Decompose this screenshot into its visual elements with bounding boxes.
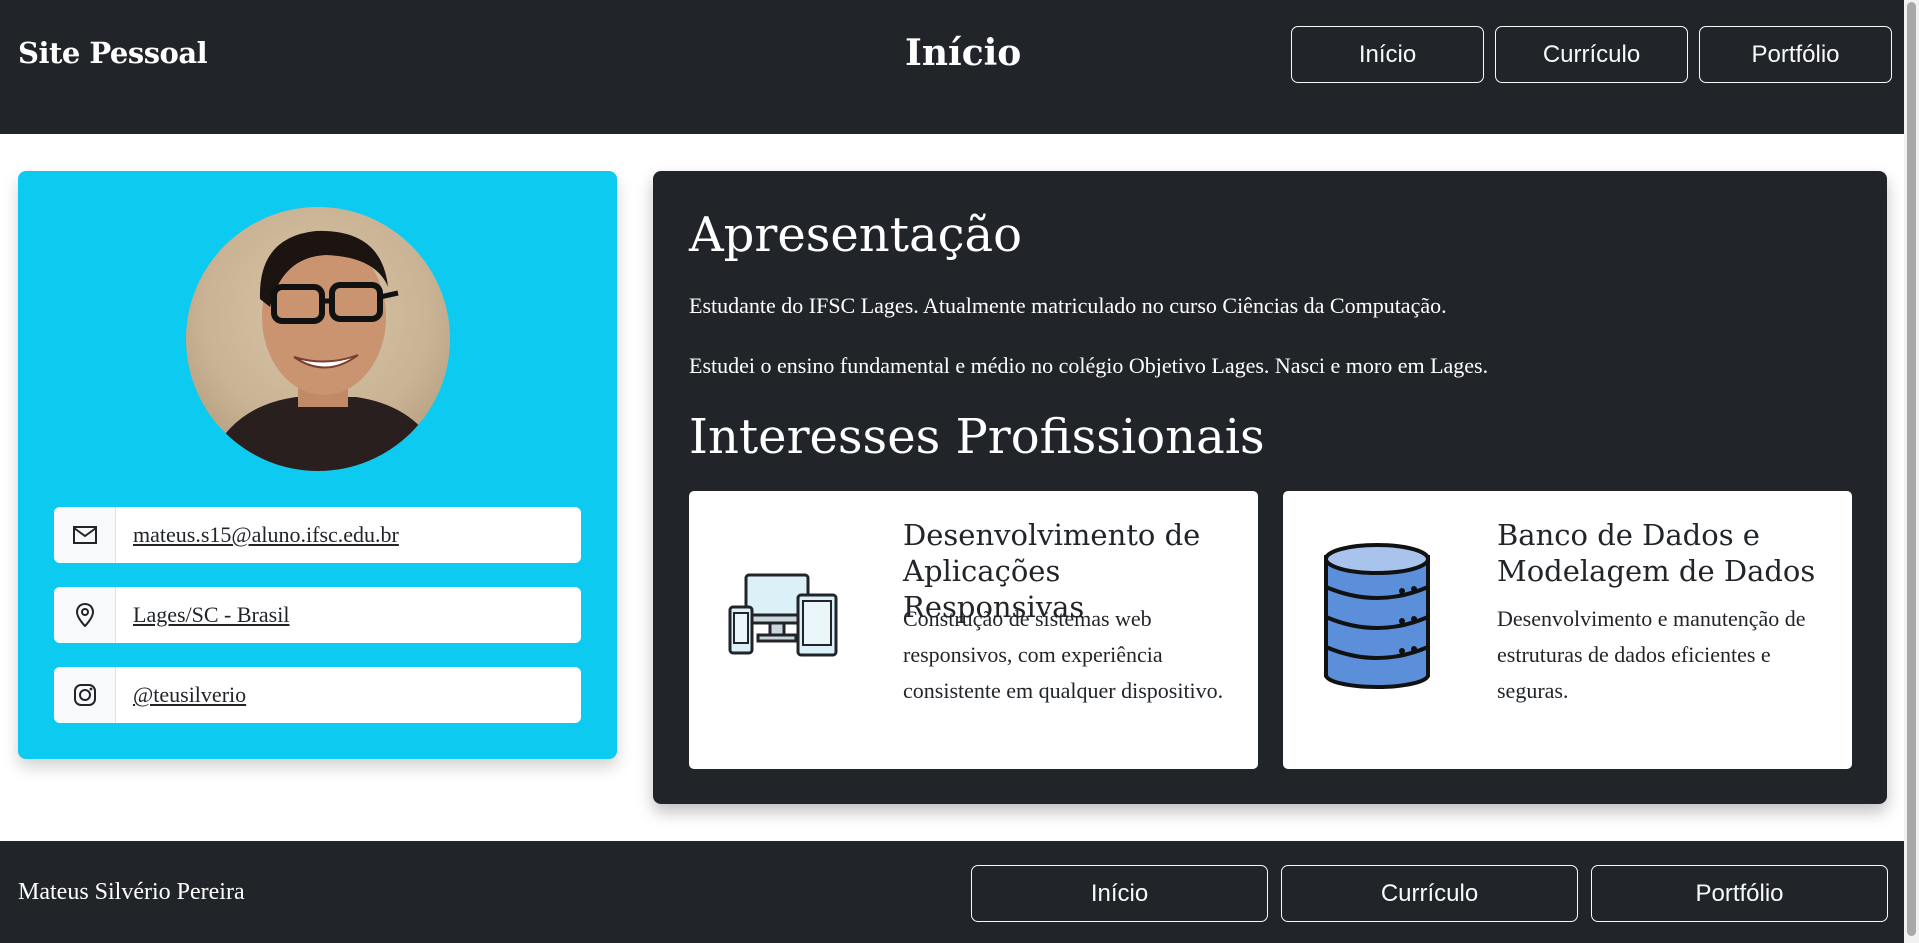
interest-card-responsive: Desenvolvimento de Aplicações Responsiva… bbox=[689, 491, 1258, 769]
instagram-icon bbox=[54, 667, 116, 723]
nav-button-portfolio[interactable]: Portfólio bbox=[1699, 26, 1892, 83]
footer-nav-portfolio[interactable]: Portfólio bbox=[1591, 865, 1888, 922]
contact-instagram: @teusilverio bbox=[54, 667, 581, 723]
scrollbar-thumb[interactable] bbox=[1907, 2, 1916, 936]
contact-email: mateus.s15@aluno.ifsc.edu.br bbox=[54, 507, 581, 563]
interest-title: Banco de Dados e Modelagem de Dados bbox=[1497, 518, 1816, 588]
location-link[interactable]: Lages/SC - Brasil bbox=[116, 587, 289, 643]
interesses-heading: Interesses Profissionais bbox=[689, 409, 1265, 465]
interest-description: Desenvolvimento e manutenção de estrutur… bbox=[1497, 606, 1806, 703]
vertical-scrollbar[interactable] bbox=[1904, 0, 1919, 943]
footer: Mateus Silvério Pereira Início Currículo… bbox=[0, 841, 1904, 943]
nav-button-inicio[interactable]: Início bbox=[1291, 26, 1484, 83]
footer-nav-curriculo[interactable]: Currículo bbox=[1281, 865, 1578, 922]
nav-button-curriculo[interactable]: Currículo bbox=[1495, 26, 1688, 83]
page-title: Início bbox=[905, 32, 1022, 74]
intro-paragraph-2: Estudei o ensino fundamental e médio no … bbox=[689, 353, 1489, 378]
intro-paragraph-1: Estudante do IFSC Lages. Atualmente matr… bbox=[689, 293, 1447, 318]
database-icon bbox=[1317, 541, 1437, 691]
instagram-link[interactable]: @teusilverio bbox=[116, 667, 246, 723]
responsive-devices-icon bbox=[723, 541, 843, 691]
email-link[interactable]: mateus.s15@aluno.ifsc.edu.br bbox=[116, 507, 399, 563]
apresentacao-heading: Apresentação bbox=[689, 207, 1022, 263]
contact-location: Lages/SC - Brasil bbox=[54, 587, 581, 643]
site-brand[interactable]: Site Pessoal bbox=[18, 36, 208, 70]
interest-description: Construção de sistemas web responsivos, … bbox=[903, 606, 1224, 703]
main-card: Apresentação Estudante do IFSC Lages. At… bbox=[653, 171, 1887, 804]
location-pin-icon bbox=[54, 587, 116, 643]
interest-card-database: Banco de Dados e Modelagem de Dados Dese… bbox=[1283, 491, 1852, 769]
avatar bbox=[186, 207, 450, 471]
envelope-icon bbox=[54, 507, 116, 563]
profile-card: mateus.s15@aluno.ifsc.edu.br Lages/SC - … bbox=[18, 171, 617, 759]
top-navbar: Site Pessoal Início Início Currículo Por… bbox=[0, 0, 1904, 134]
footer-nav-inicio[interactable]: Início bbox=[971, 865, 1268, 922]
footer-author: Mateus Silvério Pereira bbox=[18, 879, 245, 905]
